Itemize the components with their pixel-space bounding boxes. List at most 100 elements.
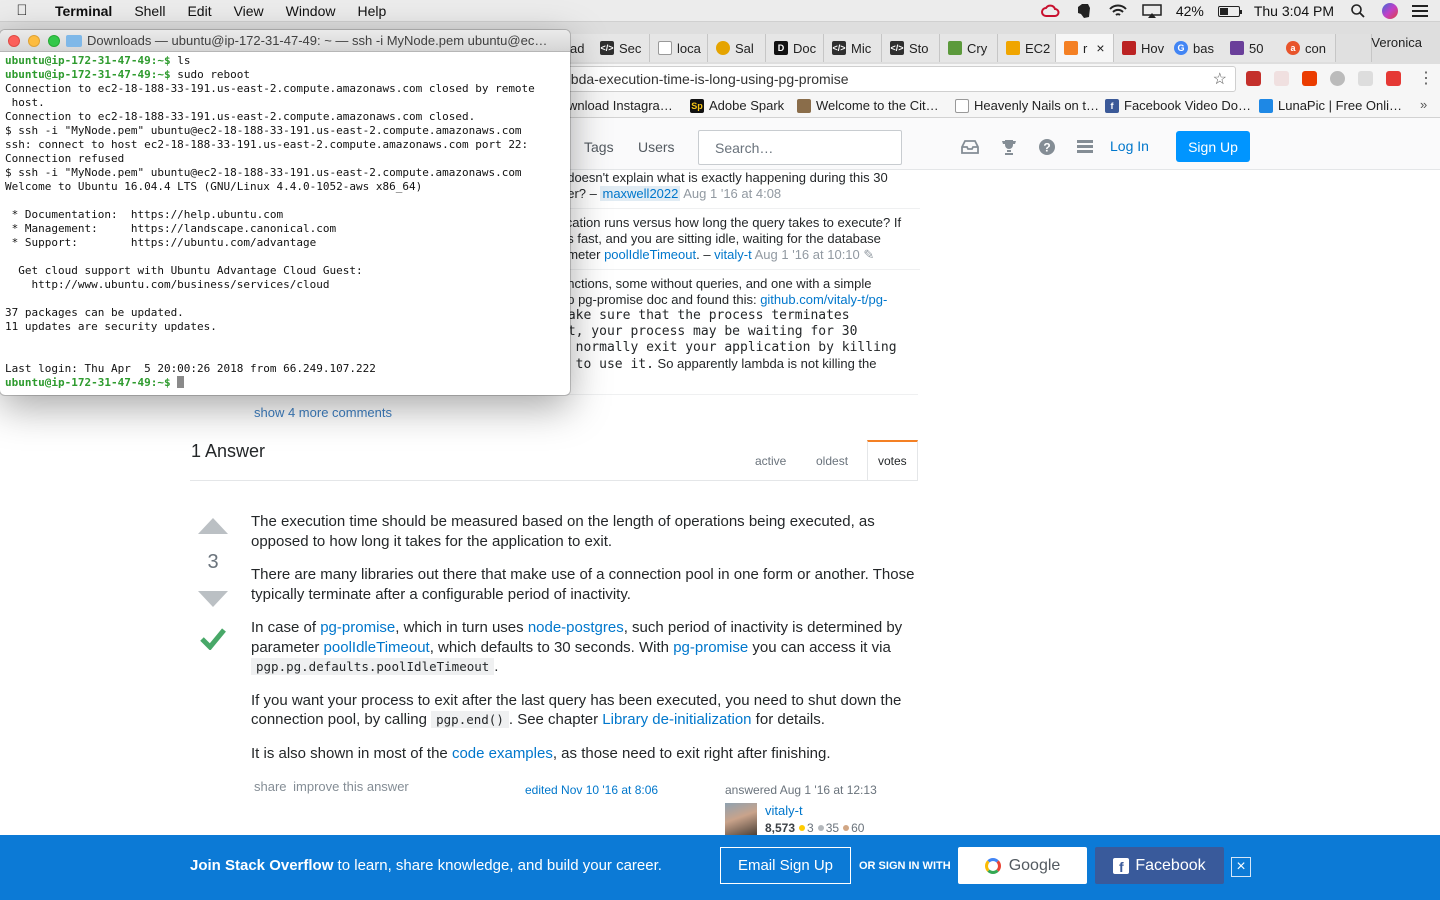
terminal-output[interactable]: ubuntu@ip-172-31-47-49:~$ ls ubuntu@ip-17… <box>0 52 570 390</box>
share-link[interactable]: share <box>254 779 287 794</box>
google-signin-button[interactable]: Google <box>958 847 1087 884</box>
acrobat-extension-icon[interactable] <box>1246 71 1261 86</box>
terminal-line: Get cloud support with Ubuntu Advantage … <box>5 264 570 278</box>
siri-icon[interactable] <box>1382 3 1398 19</box>
search-input[interactable]: Search… <box>698 130 902 165</box>
browser-tab[interactable]: a con <box>1278 34 1336 62</box>
spotlight-search-icon[interactable] <box>1348 4 1368 18</box>
menu-help[interactable]: Help <box>346 3 397 19</box>
pg-promise-link[interactable]: pg-promise <box>673 639 748 656</box>
bookmark-item[interactable]: wnload Instagra… <box>568 98 673 113</box>
browser-tab[interactable]: </> Mic <box>824 34 882 62</box>
address-bar[interactable]: nbda-execution-time-is-long-using-pg-pro… <box>540 66 1236 92</box>
browser-tab[interactable]: </> Sto <box>882 34 940 62</box>
profile-name[interactable]: Veronica <box>1371 35 1422 50</box>
upvote-arrow-icon[interactable] <box>198 518 228 534</box>
facebook-favicon-icon: f <box>1105 98 1119 113</box>
comment-user-link[interactable]: maxwell2022 <box>600 186 681 201</box>
tab-votes[interactable]: votes <box>867 440 918 481</box>
site-switcher-icon[interactable] <box>1076 139 1094 155</box>
code-examples-link[interactable]: code examples <box>452 745 553 762</box>
terminal-text: sudo reboot <box>170 68 251 81</box>
close-tab-icon[interactable]: × <box>1096 40 1104 56</box>
menu-app-terminal[interactable]: Terminal <box>44 3 123 19</box>
menu-view[interactable]: View <box>223 3 275 19</box>
comment-link[interactable]: github.com/vitaly-t/pg- <box>760 292 887 307</box>
edited-link[interactable]: edited Nov 10 '16 at 8:06 <box>525 783 658 797</box>
menu-shell[interactable]: Shell <box>123 3 176 19</box>
creative-cloud-icon[interactable] <box>1040 4 1060 18</box>
menu-window[interactable]: Window <box>275 3 347 19</box>
terminal-text: Welcome to Ubuntu 16.04.4 LTS (GNU/Linux… <box>5 180 423 193</box>
airplay-icon[interactable] <box>1142 4 1162 18</box>
office-extension-icon[interactable] <box>1302 71 1317 86</box>
close-banner-icon[interactable]: × <box>1231 857 1251 877</box>
bookmark-item[interactable]: Sp Adobe Spark <box>690 98 784 113</box>
bookmark-item[interactable]: LunaPic | Free Onli… <box>1259 98 1402 113</box>
show-more-comments-link[interactable]: show 4 more comments <box>254 405 392 420</box>
browser-tab[interactable]: Sal <box>708 34 766 62</box>
email-signup-button[interactable]: Email Sign Up <box>720 847 851 884</box>
apple-menu-icon[interactable]:  <box>0 2 44 19</box>
downvote-arrow-icon[interactable] <box>198 591 228 607</box>
browser-tab[interactable]: Hov <box>1114 34 1172 62</box>
facebook-signin-button[interactable]: f Facebook <box>1095 847 1224 884</box>
nav-users[interactable]: Users <box>638 139 675 155</box>
bookmark-item[interactable]: Welcome to the Cit… <box>797 98 939 113</box>
cors-extension-icon[interactable] <box>1386 71 1401 86</box>
minimize-window-button[interactable] <box>28 35 40 47</box>
author-link[interactable]: vitaly-t <box>765 803 803 818</box>
browser-tab[interactable]: </> Sec <box>592 34 650 62</box>
evernote-icon[interactable] <box>1074 4 1094 18</box>
browser-tab[interactable]: EC2 <box>998 34 1056 62</box>
pool-idle-timeout-link[interactable]: poolIdleTimeout <box>324 639 430 656</box>
spreadsheet-favicon-icon <box>1122 41 1136 55</box>
battery-icon[interactable] <box>1217 5 1242 17</box>
bookmark-item[interactable]: Heavenly Nails on t… <box>955 98 1099 113</box>
browser-tab[interactable]: Gbas <box>1166 34 1224 62</box>
bookmarks-overflow-icon[interactable]: » <box>1420 97 1427 112</box>
bookmark-star-icon[interactable]: ☆ <box>1213 69 1227 89</box>
login-link[interactable]: Log In <box>1110 138 1149 154</box>
signup-button[interactable]: Sign Up <box>1176 131 1250 162</box>
browser-tab[interactable]: 50 <box>1222 34 1280 62</box>
achievements-trophy-icon[interactable] <box>1000 139 1018 155</box>
nav-tags[interactable]: Tags <box>584 139 614 155</box>
new-tab-button[interactable] <box>1336 34 1372 62</box>
browser-tab-active[interactable]: r × <box>1056 34 1114 62</box>
comment-link[interactable]: poolIdleTimeout <box>604 247 696 262</box>
browser-tab[interactable]: loca <box>650 34 708 62</box>
answer-text: for details. <box>751 711 825 728</box>
tab-active[interactable]: active <box>755 454 786 468</box>
browser-tab[interactable]: Cry <box>940 34 998 62</box>
comment-date[interactable]: Aug 1 '16 at 4:08 <box>683 186 781 201</box>
terminal-window[interactable]: Downloads — ubuntu@ip-172-31-47-49: ~ — … <box>0 30 570 395</box>
node-postgres-link[interactable]: node-postgres <box>528 619 624 636</box>
extension-icon[interactable] <box>1274 71 1289 86</box>
zoom-window-button[interactable] <box>48 35 60 47</box>
help-icon[interactable]: ? <box>1038 139 1056 155</box>
close-window-button[interactable] <box>8 35 20 47</box>
inline-code: pgp.end() <box>431 711 509 728</box>
notification-center-icon[interactable] <box>1412 5 1428 17</box>
avatar[interactable] <box>725 803 757 835</box>
pg-promise-link[interactable]: pg-promise <box>320 619 395 636</box>
browser-tab[interactable]: D Doc <box>766 34 824 62</box>
comment-date[interactable]: Aug 1 '16 at 10:10 <box>755 247 860 262</box>
bookmark-item[interactable]: f Facebook Video Do… <box>1105 98 1251 113</box>
chrome-menu-icon[interactable]: ⋮ <box>1418 68 1434 88</box>
improve-answer-link[interactable]: improve this answer <box>293 779 409 794</box>
terminal-text: host. <box>5 96 45 109</box>
library-deinit-link[interactable]: Library de-initialization <box>602 711 751 728</box>
menu-edit[interactable]: Edit <box>176 3 222 19</box>
tab-oldest[interactable]: oldest <box>816 454 848 468</box>
extension-icon[interactable] <box>1330 71 1345 86</box>
wifi-icon[interactable] <box>1108 4 1128 18</box>
comment-user-link[interactable]: vitaly-t <box>714 247 752 262</box>
answer-paragraph: It is also shown in most of the code exa… <box>251 744 919 764</box>
terminal-titlebar[interactable]: Downloads — ubuntu@ip-172-31-47-49: ~ — … <box>0 30 570 52</box>
clock[interactable]: Thu 3:04 PM <box>1254 3 1334 19</box>
extension-icon[interactable] <box>1358 71 1373 86</box>
inbox-icon[interactable] <box>960 139 979 155</box>
